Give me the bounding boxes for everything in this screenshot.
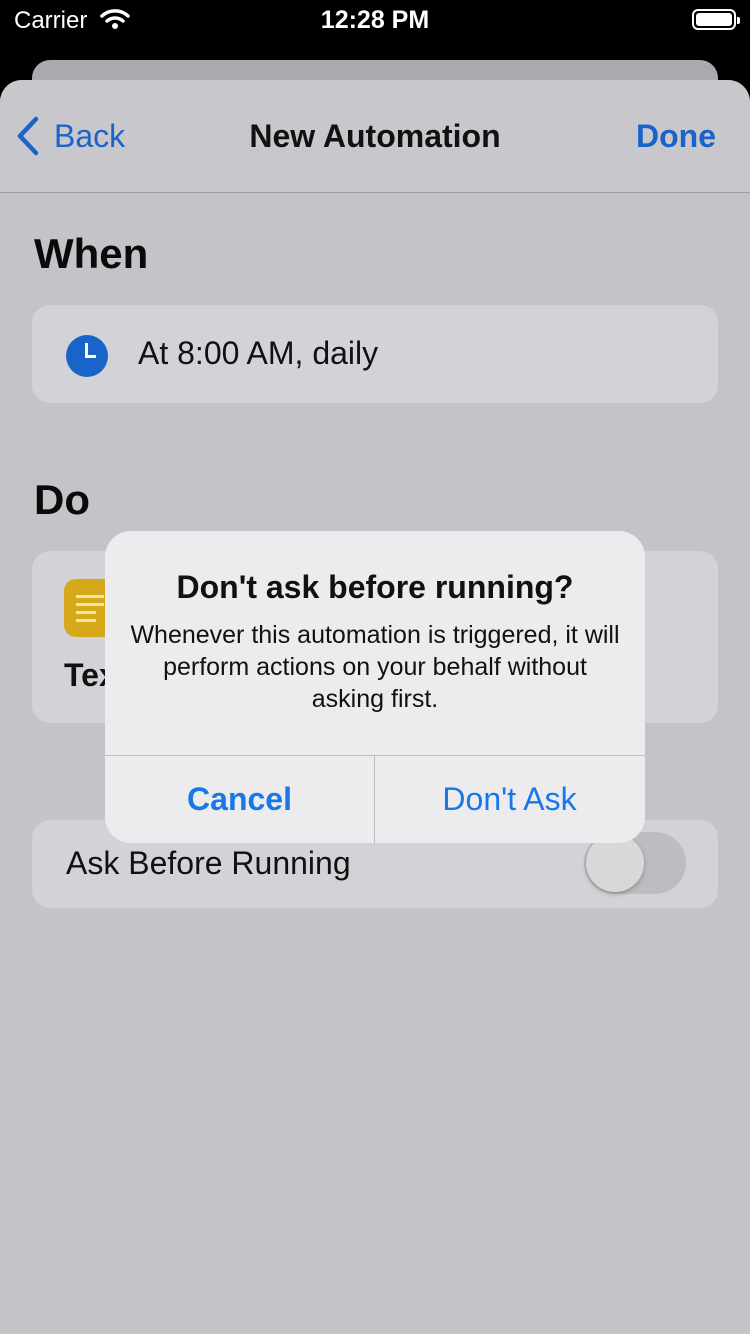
trigger-row[interactable]: At 8:00 AM, daily (32, 305, 718, 403)
trigger-label: At 8:00 AM, daily (138, 335, 379, 371)
confirmation-alert: Don't ask before running? Whenever this … (105, 531, 645, 843)
cancel-button[interactable]: Cancel (105, 756, 374, 843)
done-button[interactable]: Done (636, 118, 716, 155)
battery-icon (692, 9, 740, 30)
ask-before-running-label: Ask Before Running (66, 845, 351, 881)
clock-icon (66, 335, 108, 377)
do-heading: Do (34, 476, 90, 523)
navigation-bar: Back New Automation Done (0, 80, 750, 193)
alert-title: Don't ask before running? (176, 569, 574, 605)
dont-ask-button[interactable]: Don't Ask (375, 756, 644, 843)
alert-message: Whenever this automation is triggered, i… (130, 621, 620, 713)
when-heading: When (34, 230, 149, 277)
status-time: 12:28 PM (320, 6, 430, 34)
status-bar: Carrier 12:28 PM (0, 0, 750, 40)
